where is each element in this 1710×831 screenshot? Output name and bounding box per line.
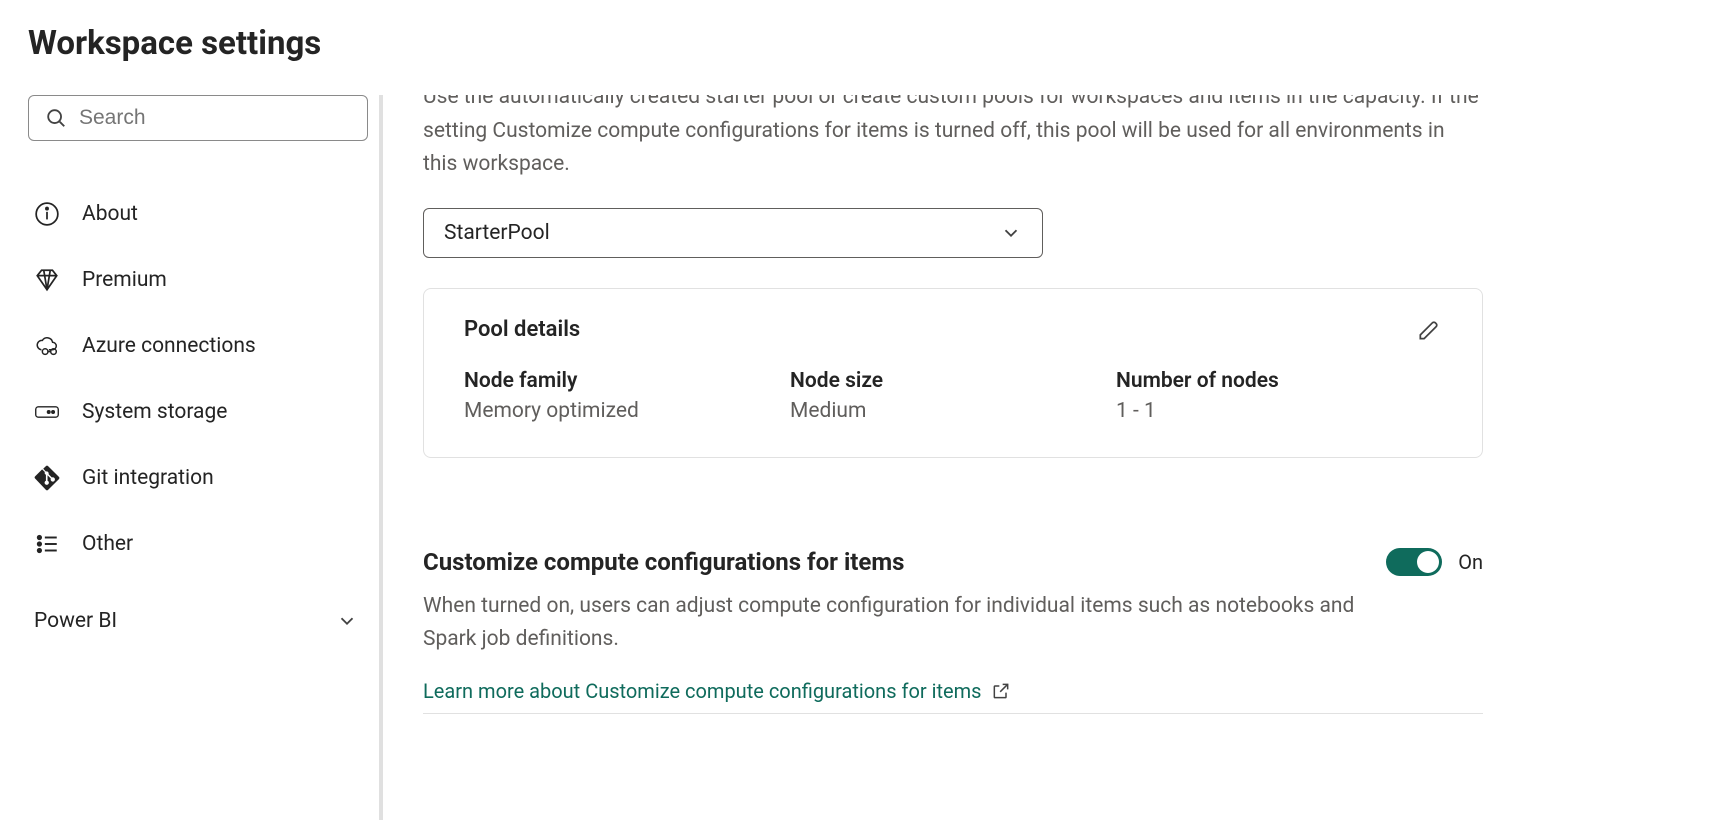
sidebar-item-other[interactable]: Other bbox=[28, 511, 379, 577]
customize-description: When turned on, users can adjust compute… bbox=[423, 590, 1363, 657]
search-box[interactable] bbox=[28, 95, 368, 141]
main-content: Use the automatically created starter po… bbox=[383, 95, 1682, 820]
sidebar-item-about[interactable]: About bbox=[28, 181, 379, 247]
cloud-link-icon bbox=[34, 333, 60, 359]
sidebar-item-label: System storage bbox=[82, 400, 227, 424]
node-family-label: Node family bbox=[464, 369, 790, 393]
sidebar-section-power-bi[interactable]: Power BI bbox=[28, 577, 368, 643]
external-link-icon bbox=[991, 681, 1011, 701]
diamond-icon bbox=[34, 267, 60, 293]
pool-select-value: StarterPool bbox=[444, 221, 550, 245]
sidebar-item-premium[interactable]: Premium bbox=[28, 247, 379, 313]
node-size-value: Medium bbox=[790, 399, 1116, 423]
node-size-col: Node size Medium bbox=[790, 369, 1116, 423]
sidebar-item-system-storage[interactable]: System storage bbox=[28, 379, 379, 445]
search-icon bbox=[45, 107, 67, 129]
sidebar-section-label: Power BI bbox=[34, 609, 117, 633]
sidebar-item-label: Git integration bbox=[82, 466, 214, 490]
node-count-label: Number of nodes bbox=[1116, 369, 1442, 393]
customize-setting: Customize compute configurations for ite… bbox=[423, 548, 1483, 714]
list-icon bbox=[34, 531, 60, 557]
node-size-label: Node size bbox=[790, 369, 1116, 393]
storage-icon bbox=[34, 399, 60, 425]
sidebar: About Premium bbox=[28, 95, 383, 820]
sidebar-item-azure-connections[interactable]: Azure connections bbox=[28, 313, 379, 379]
node-family-value: Memory optimized bbox=[464, 399, 790, 423]
pool-description: Use the automatically created starter po… bbox=[423, 95, 1482, 182]
sidebar-items: About Premium bbox=[28, 181, 379, 577]
toggle-knob bbox=[1417, 551, 1439, 573]
sidebar-item-label: About bbox=[82, 202, 138, 226]
pool-select[interactable]: StarterPool bbox=[423, 208, 1043, 258]
chevron-down-icon bbox=[1000, 222, 1022, 244]
node-count-col: Number of nodes 1 - 1 bbox=[1116, 369, 1442, 423]
customize-learn-more-link[interactable]: Learn more about Customize compute confi… bbox=[423, 679, 981, 703]
customize-title: Customize compute configurations for ite… bbox=[423, 548, 905, 576]
page-title: Workspace settings bbox=[28, 24, 1682, 63]
search-input[interactable] bbox=[79, 106, 351, 130]
sidebar-item-git-integration[interactable]: Git integration bbox=[28, 445, 379, 511]
node-count-value: 1 - 1 bbox=[1116, 399, 1442, 423]
sidebar-item-label: Premium bbox=[82, 268, 167, 292]
customize-toggle[interactable] bbox=[1386, 548, 1442, 576]
info-icon bbox=[34, 201, 60, 227]
edit-icon[interactable] bbox=[1416, 317, 1442, 343]
sidebar-item-label: Azure connections bbox=[82, 334, 256, 358]
sidebar-item-label: Other bbox=[82, 532, 133, 556]
pool-details-card: Pool details Node family Memory optimize… bbox=[423, 288, 1483, 458]
customize-toggle-label: On bbox=[1458, 550, 1483, 574]
node-family-col: Node family Memory optimized bbox=[464, 369, 790, 423]
git-icon bbox=[34, 465, 60, 491]
pool-details-title: Pool details bbox=[464, 317, 580, 342]
chevron-down-icon bbox=[336, 610, 358, 632]
